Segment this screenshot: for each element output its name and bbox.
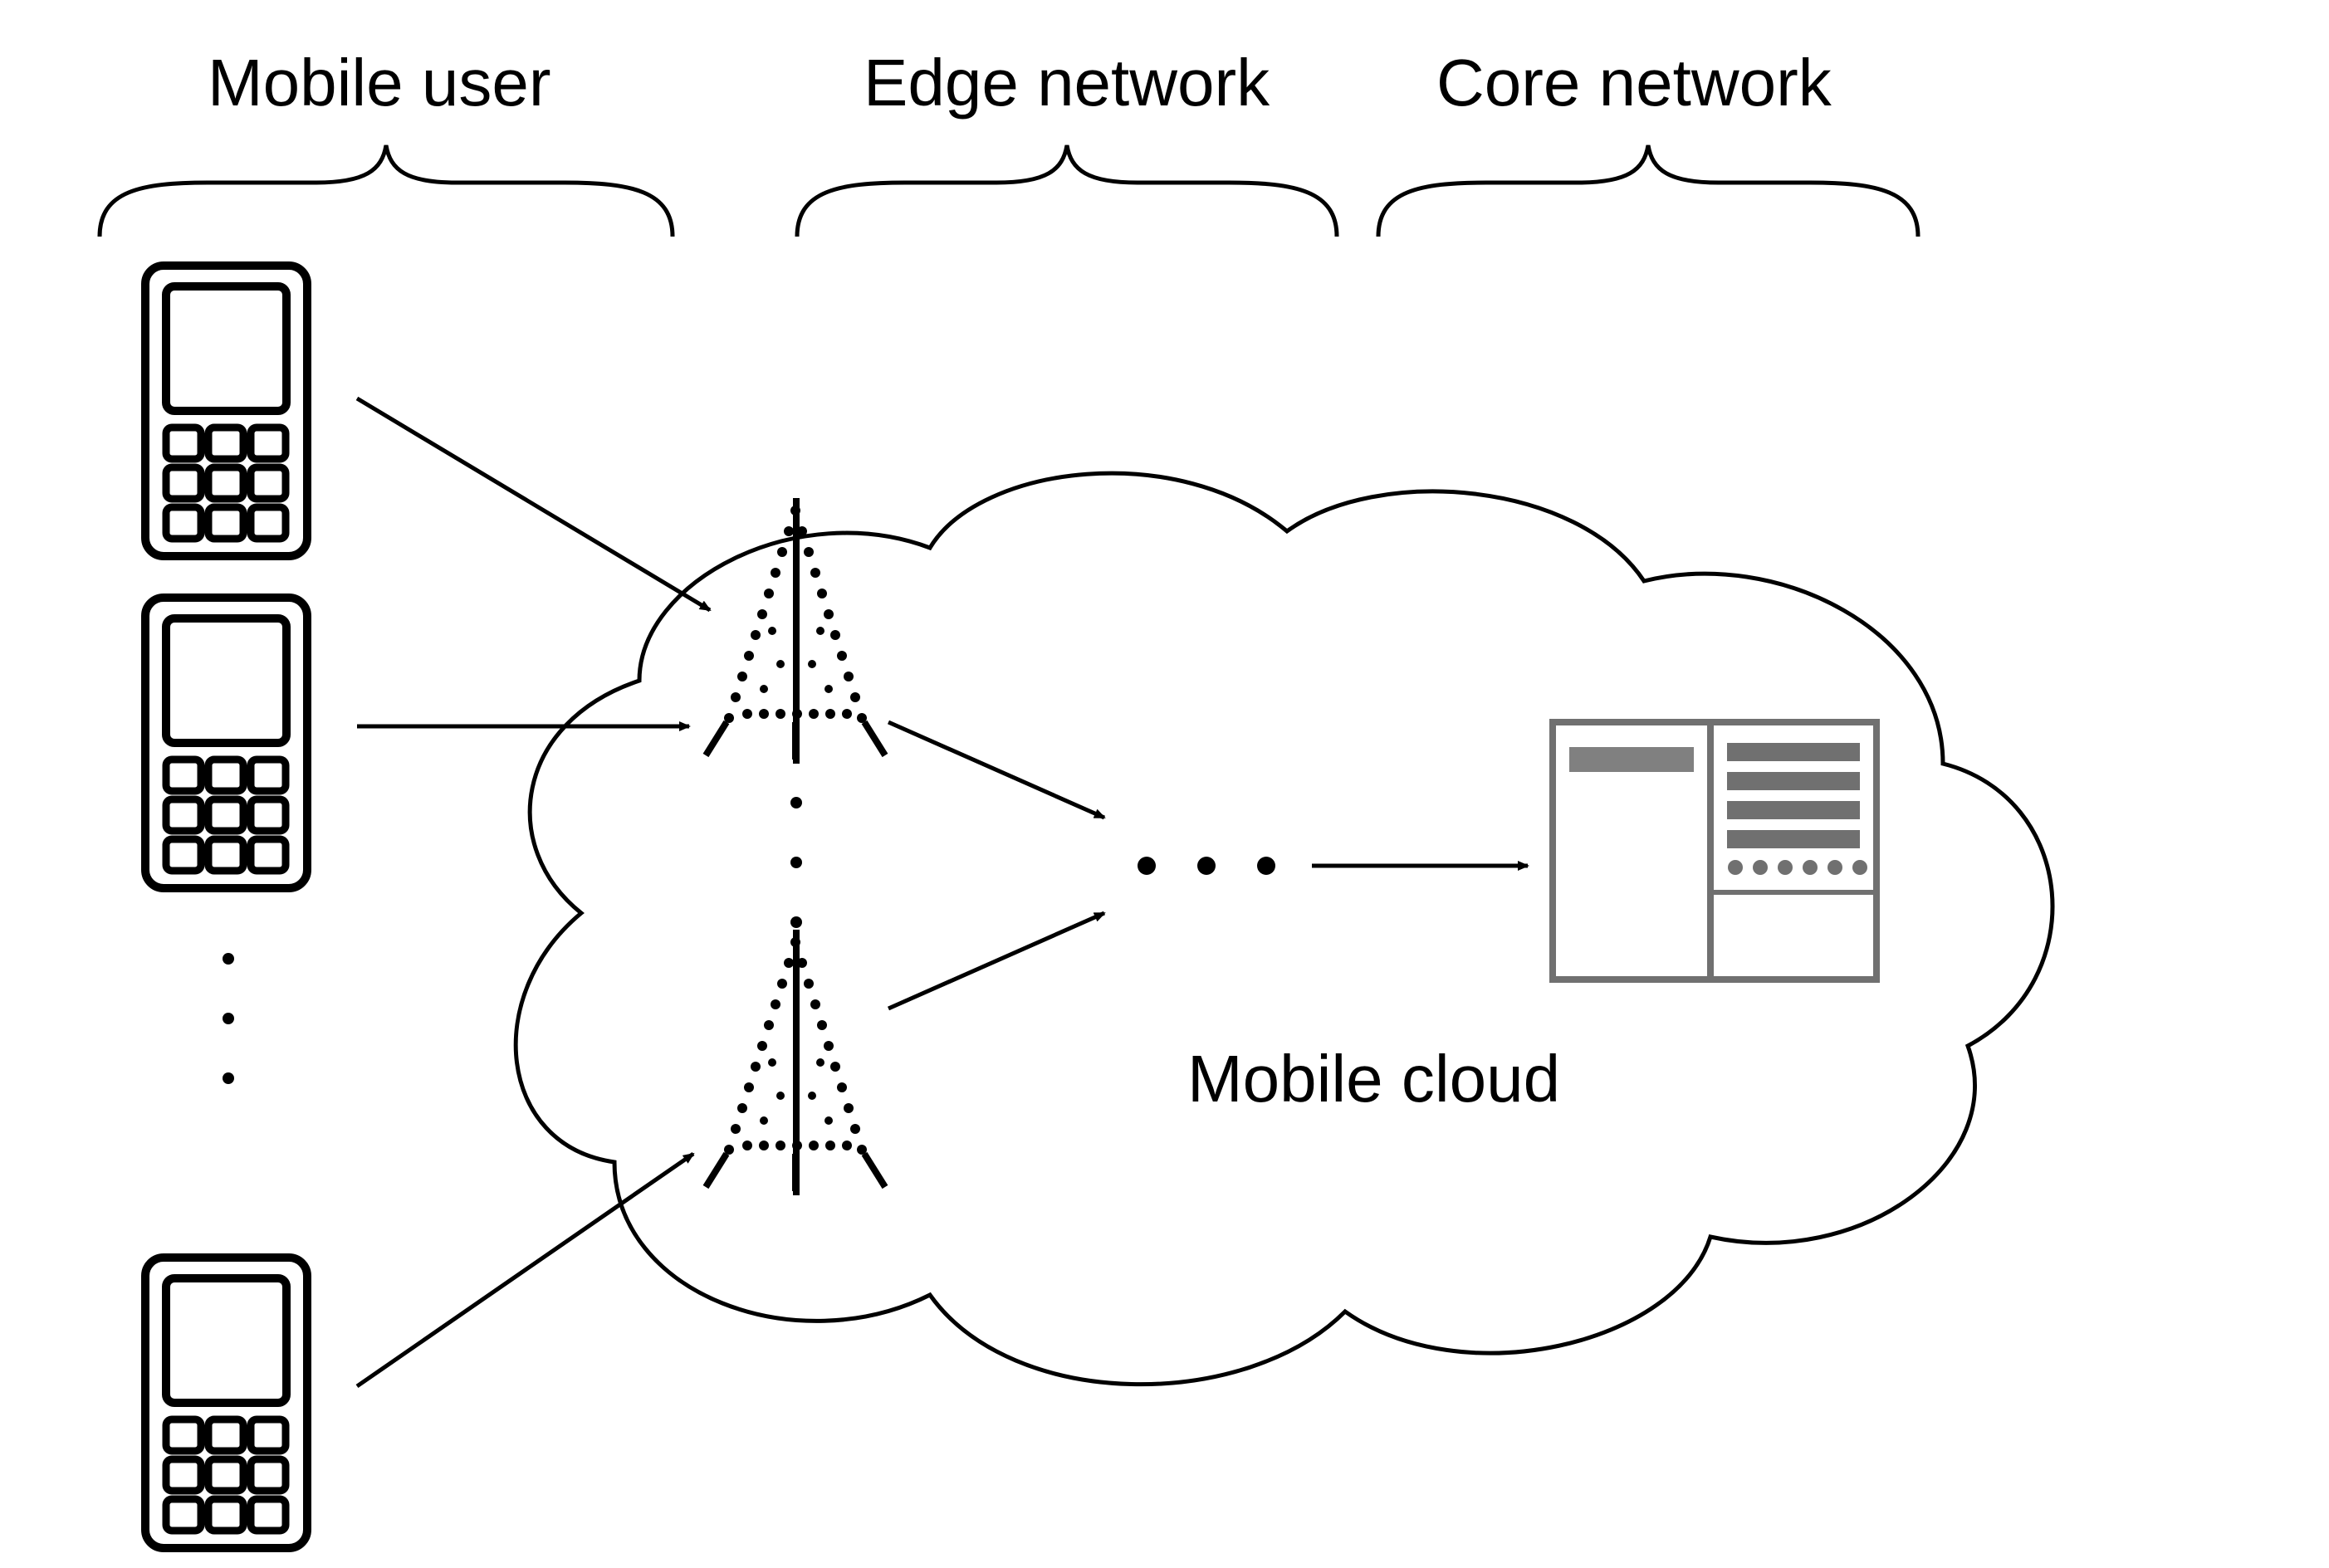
- brace-edge-network: [797, 145, 1337, 237]
- label-edge-network: Edge network: [864, 50, 1270, 116]
- cell-tower-icon: [706, 498, 885, 764]
- arrow-tower1-mid: [888, 722, 1104, 818]
- arrow-tower2-mid: [888, 913, 1104, 1009]
- ellipsis-horizontal: [1138, 857, 1275, 875]
- mobile-cloud-icon: [516, 473, 2053, 1384]
- brace-mobile-user: [100, 145, 673, 237]
- ellipsis-vertical: [790, 797, 802, 928]
- arrow-phone1-tower1: [357, 398, 710, 610]
- diagram-canvas: Mobile user Edge network Core network Mo…: [0, 0, 2329, 1568]
- mobile-phone-icon: [141, 1253, 311, 1552]
- label-mobile-user: Mobile user: [208, 50, 551, 116]
- arrow-phone3-tower2: [357, 1154, 693, 1386]
- mobile-phone-icon: [141, 261, 311, 560]
- arrows: [357, 398, 1528, 1386]
- brace-core-network: [1378, 145, 1918, 237]
- ellipsis-vertical: [223, 953, 234, 1084]
- cell-tower-icon: [706, 930, 885, 1195]
- label-core-network: Core network: [1436, 50, 1832, 116]
- server-icon: [1553, 722, 1876, 979]
- label-mobile-cloud: Mobile cloud: [1187, 1046, 1560, 1112]
- mobile-phone-icon: [141, 593, 311, 892]
- overlay-layer: [0, 0, 2329, 1568]
